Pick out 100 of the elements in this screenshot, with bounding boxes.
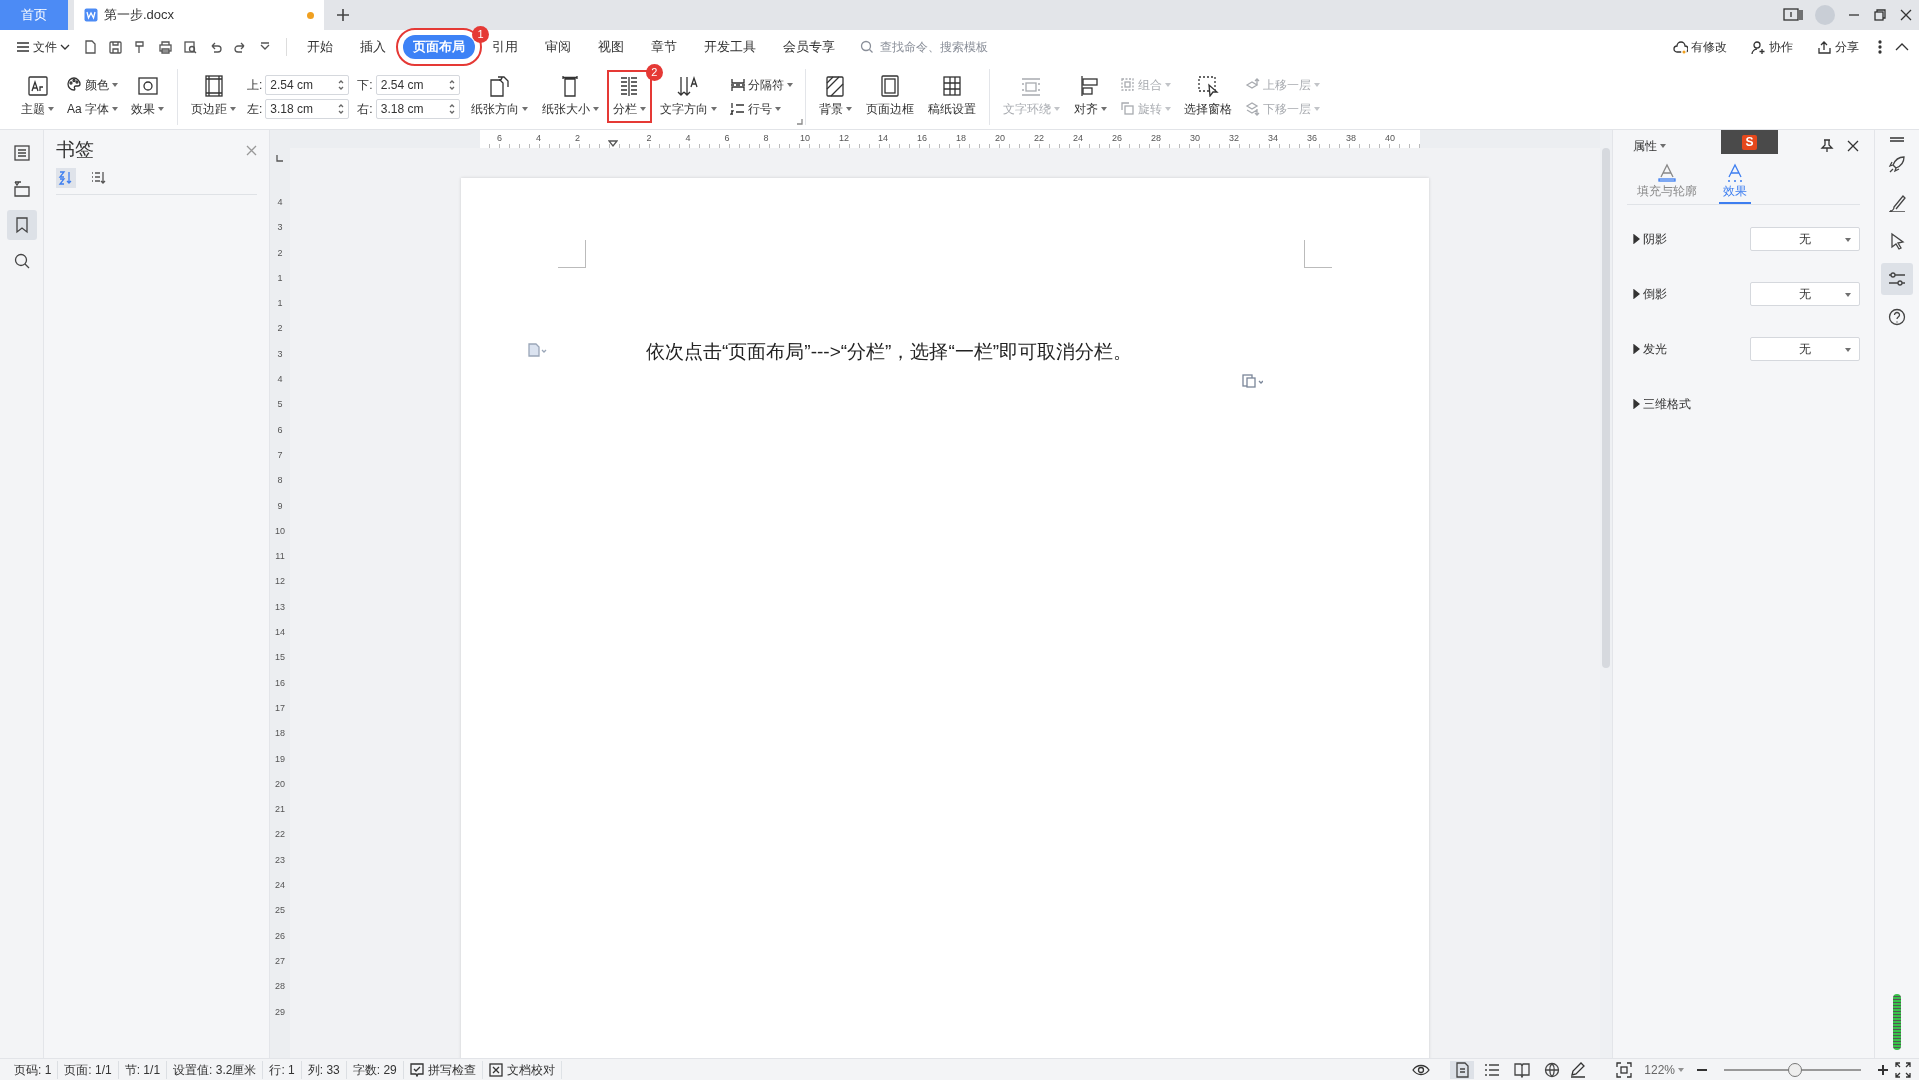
margin-field[interactable]: 3.18 cm [375,98,460,119]
ribbon-button[interactable]: 页面边框 [862,73,917,120]
pin-icon[interactable] [1820,139,1834,153]
print-preview-icon[interactable] [183,39,198,55]
scrollbar[interactable] [1600,130,1612,1058]
save-icon[interactable] [108,39,123,55]
ribbon-tab[interactable]: 开始 [297,34,343,60]
paste-options-icon[interactable] [1241,372,1263,388]
ribbon-button[interactable]: 选择窗格 [1180,73,1235,120]
ribbon-button[interactable]: 分隔符 [727,74,795,95]
status-text: 页码: 1 [8,1060,59,1079]
panel-tab[interactable]: 填充与轮廓 [1633,161,1701,204]
fullscreen-icon[interactable] [1895,1061,1911,1078]
ribbon-button[interactable]: 页边距 [188,73,239,120]
ruler-number: 29 [275,1005,285,1019]
ruler-number: 21 [275,803,285,817]
indent-marker-icon[interactable] [608,140,619,148]
ribbon-button[interactable]: 纸张方向 [467,73,531,120]
ribbon-button[interactable]: Aa 字体 [65,98,120,119]
expand-toggle[interactable]: 阴影 [1627,228,1673,249]
expand-toggle[interactable]: 倒影 [1627,283,1673,304]
margin-field[interactable]: 2.54 cm [375,74,460,95]
restore-icon[interactable] [1873,8,1887,22]
file-menu[interactable]: 文件 [10,37,76,57]
ruler-number: 13 [275,600,285,614]
close-icon[interactable] [1846,139,1860,153]
callout-number: 2 [645,64,663,81]
ruler-number: 3 [277,347,283,361]
more-icon[interactable] [1877,40,1883,54]
print-icon[interactable] [158,39,173,55]
ruler-number: 1 [277,271,283,285]
status-text: 列: 33 [301,1060,347,1079]
toolbar-action[interactable]: 协作 [1745,37,1799,57]
screen-icon[interactable] [1783,7,1803,23]
input-method-toolbar[interactable]: S [1721,130,1778,154]
line-numbers-icon [729,101,745,116]
panel-tab[interactable]: 效果 [1719,161,1751,204]
ruler-number: 7 [277,448,283,462]
ribbon-tab[interactable]: 视图 [588,34,634,60]
help-icon [1888,308,1906,326]
new-file-icon[interactable] [83,39,98,55]
fit-page-icon[interactable] [1616,1061,1633,1078]
rocket-icon [1888,156,1906,174]
search-field[interactable]: 查找命令、搜索模板 [878,37,1008,57]
field-label: 左: [247,100,263,118]
toolbar-action[interactable]: 有修改 [1667,37,1733,57]
collapse-icon[interactable] [1895,42,1909,52]
ribbon-button[interactable]: 纸张大小 [538,73,602,120]
panel-title[interactable]: 属性 [1627,136,1672,156]
level-meter [1893,994,1901,1050]
zoom-dropdown[interactable]: 122% [1638,1059,1690,1080]
ribbon-button[interactable]: 颜色 [65,74,120,95]
ruler-number: 4 [277,196,283,209]
margin-field[interactable]: 3.18 cm [265,98,350,119]
ribbon-button[interactable]: 行号 [727,98,783,119]
dropdown-select[interactable]: 无 [1750,281,1860,306]
expand-toggle[interactable]: 三维格式 [1627,393,1697,414]
toolbar-action[interactable]: 分享 [1811,37,1865,57]
close-icon[interactable] [1899,8,1913,22]
ribbon-button[interactable]: 稿纸设置 [924,73,979,120]
ruler-number: 8 [762,132,770,146]
sort-button[interactable] [56,167,76,188]
status-text: 字数: 29 [346,1060,404,1079]
slider-thumb[interactable] [1788,1062,1803,1077]
ruler-number: 6 [496,132,503,146]
pen-icon[interactable] [1570,1061,1587,1078]
zoom-in-icon[interactable] [1877,1063,1889,1076]
group-icon [1119,77,1135,92]
sidebar-button[interactable] [6,210,37,240]
outline-icon [12,144,31,162]
ribbon-button[interactable]: 效果 [128,73,167,120]
ribbon-tab[interactable]: 章节 [641,34,687,60]
ribbon-tab[interactable]: 审阅 [535,34,581,60]
drag-handle-icon[interactable] [1889,136,1905,143]
ruler-number: 4 [277,373,283,387]
ribbon-button[interactable]: 对齐 [1070,73,1110,120]
tool-button[interactable] [1881,263,1913,295]
ribbon-tab[interactable]: 开发工具 [694,34,766,60]
sort-alpha-icon [58,169,74,186]
margin-field[interactable]: 2.54 cm [265,74,350,95]
ruler-number: 24 [275,879,285,892]
status-toggle[interactable]: 文档校对 [482,1060,562,1079]
expand-toggle[interactable]: 发光 [1627,338,1673,359]
send-backward-icon [1244,101,1260,116]
status-text: 行: 1 [263,1060,302,1079]
dropdown-select[interactable]: 无 [1750,336,1860,361]
view-button[interactable] [1450,1060,1475,1079]
ruler-number: 12 [275,575,285,589]
status-toggle[interactable]: 拼写检查 [403,1060,483,1079]
ribbon-button[interactable]: 背景 [815,73,855,120]
ribbon-button[interactable]: 主题 [18,73,57,120]
ribbon-tab[interactable]: 插入 [350,34,396,60]
text-wrap-icon [1020,75,1043,97]
dropdown-select[interactable]: 无 [1750,226,1860,251]
page-break-icon [729,77,745,92]
document-tab[interactable]: 第一步.docx [74,0,324,30]
ribbon-tab[interactable]: 会员专享 [773,34,845,60]
expand-triangle-icon [1633,398,1640,409]
pointer-icon [1888,232,1906,250]
theme-icon [26,75,49,97]
